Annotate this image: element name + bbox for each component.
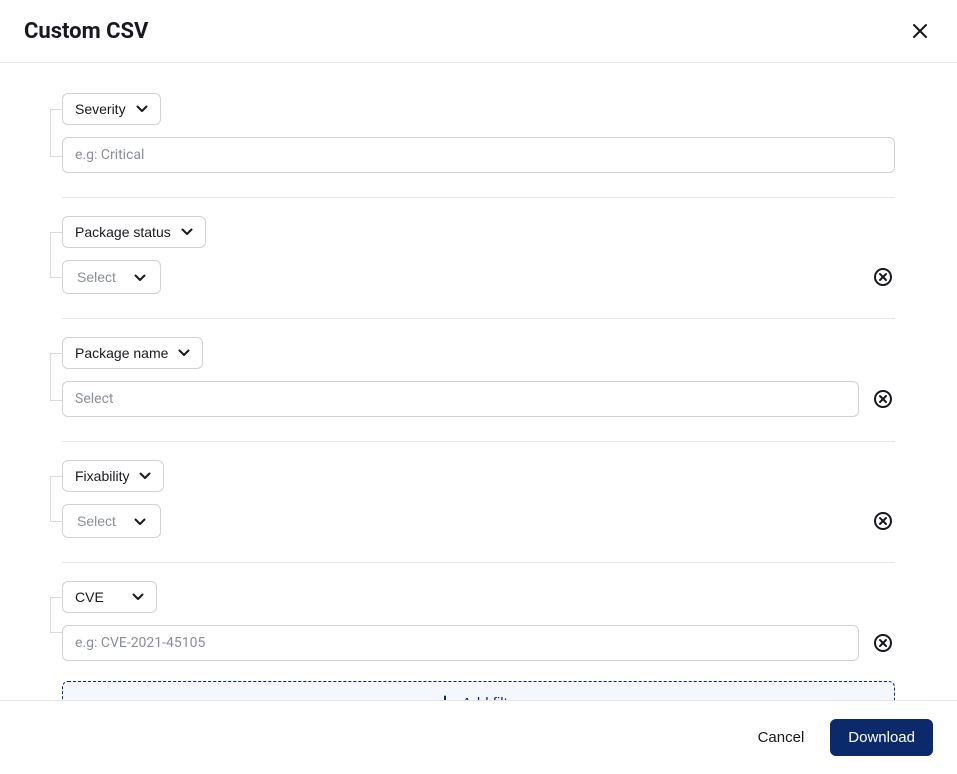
filter-field-label: Severity — [75, 101, 126, 117]
remove-filter-button[interactable] — [871, 387, 895, 411]
filter-field-select-fixability[interactable]: Fixability — [62, 460, 164, 492]
chevron-down-icon — [181, 228, 193, 236]
remove-filter-button[interactable] — [871, 509, 895, 533]
close-icon — [911, 22, 929, 40]
remove-circle-icon — [873, 633, 893, 653]
remove-circle-icon — [873, 511, 893, 531]
chevron-down-icon — [139, 472, 151, 480]
add-filter-button[interactable]: Add filter — [62, 681, 895, 700]
filter-field-select-cve[interactable]: CVE — [62, 581, 157, 613]
modal-footer: Cancel Download — [0, 700, 957, 774]
modal-title: Custom CSV — [24, 19, 148, 44]
filter-field-select-package-name[interactable]: Package name — [62, 337, 203, 369]
filter-row: Package name — [62, 337, 895, 442]
filter-value-input-package-name[interactable] — [62, 381, 859, 417]
custom-csv-modal: Custom CSV Severity — [0, 0, 957, 774]
filter-value-select-fixability[interactable]: Select — [62, 504, 161, 538]
filter-field-select-package-status[interactable]: Package status — [62, 216, 206, 248]
connector-line — [50, 109, 62, 157]
remove-circle-icon — [873, 389, 893, 409]
filter-value-label: Select — [77, 513, 116, 529]
modal-header: Custom CSV — [0, 0, 957, 63]
filter-field-label: Package name — [75, 345, 168, 361]
remove-filter-button[interactable] — [871, 631, 895, 655]
download-button[interactable]: Download — [830, 719, 933, 756]
filter-value-input-cve[interactable] — [62, 625, 859, 661]
filter-field-label: CVE — [75, 589, 104, 605]
chevron-down-icon — [136, 105, 148, 113]
filter-value-select-package-status[interactable]: Select — [62, 260, 161, 294]
modal-body: Severity Package status — [0, 63, 957, 700]
connector-line — [50, 476, 62, 522]
remove-filter-button[interactable] — [871, 265, 895, 289]
filter-field-select-severity[interactable]: Severity — [62, 93, 161, 125]
close-button[interactable] — [907, 18, 933, 44]
cancel-button[interactable]: Cancel — [754, 721, 809, 754]
connector-line — [50, 232, 62, 278]
chevron-down-icon — [134, 513, 146, 529]
filter-row: Fixability Select — [62, 460, 895, 563]
filter-value-label: Select — [77, 269, 116, 285]
remove-circle-icon — [873, 267, 893, 287]
connector-line — [50, 353, 62, 401]
filter-field-label: Fixability — [75, 468, 129, 484]
filter-value-input-severity[interactable] — [62, 137, 895, 173]
filter-row: Package status Select — [62, 216, 895, 319]
filter-row: Severity — [62, 93, 895, 198]
connector-line — [50, 597, 62, 633]
chevron-down-icon — [178, 349, 190, 357]
chevron-down-icon — [132, 593, 144, 601]
filter-field-label: Package status — [75, 224, 171, 240]
filter-row: CVE — [62, 581, 895, 673]
chevron-down-icon — [134, 269, 146, 285]
